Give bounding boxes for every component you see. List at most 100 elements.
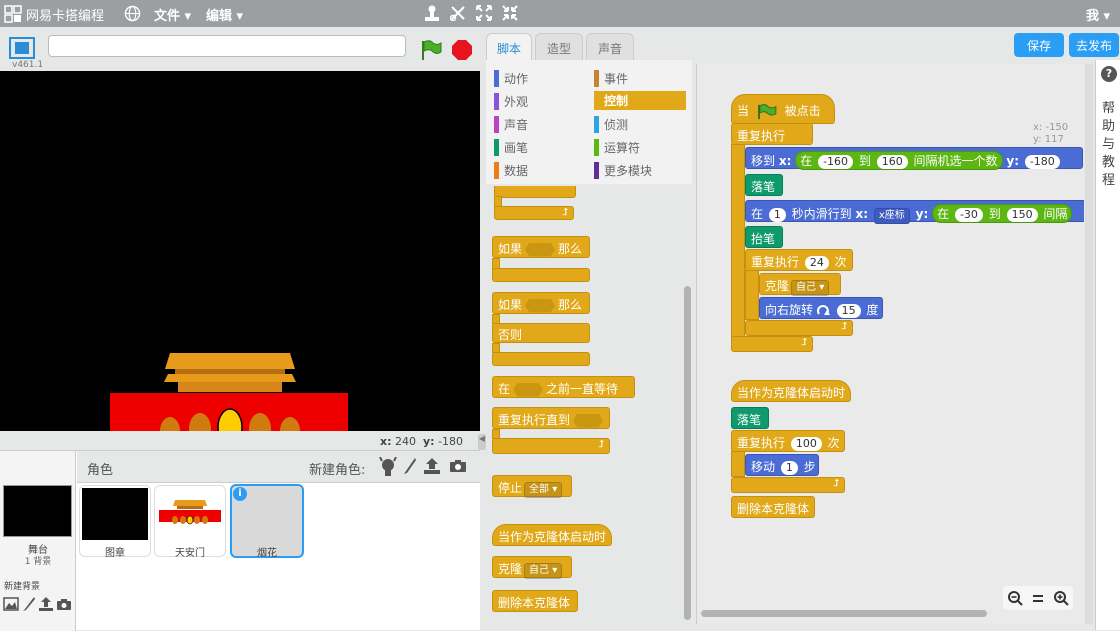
tiananmen-sprite[interactable]: [110, 351, 350, 431]
green-flag-icon: [757, 103, 777, 119]
stage-collapse-handle[interactable]: ◀: [478, 434, 486, 450]
category-events[interactable]: 事件: [594, 69, 686, 87]
stage-thumbnail[interactable]: [3, 485, 72, 537]
zoom-in-icon[interactable]: [1053, 590, 1069, 606]
palette-clone[interactable]: 克隆 自己 ▾: [492, 556, 572, 579]
tab-sounds[interactable]: 声音: [586, 33, 634, 60]
category-data[interactable]: 数据: [494, 161, 586, 179]
pen-up-block[interactable]: 抬笔: [745, 226, 783, 248]
scripts-horizontal-scrollbar[interactable]: [701, 610, 987, 617]
shrink-icon[interactable]: [502, 5, 518, 21]
pen-down-block[interactable]: 落笔: [745, 174, 783, 196]
sprite-name: 天安门: [175, 548, 205, 559]
forever-foot: ⮥: [731, 336, 813, 352]
zoom-out-icon[interactable]: [1007, 590, 1023, 606]
project-title-input[interactable]: [48, 35, 406, 57]
zoom-controls: [1003, 586, 1073, 610]
backdrop-upload-icon[interactable]: [38, 596, 54, 612]
camera-icon[interactable]: [449, 459, 467, 473]
new-sprite-label: 新建角色:: [309, 463, 366, 478]
forever-c-arm: [731, 144, 745, 344]
green-flag-icon[interactable]: [420, 39, 442, 61]
duplicate-stamp-icon[interactable]: [424, 4, 440, 22]
palette-if-then[interactable]: 如果 那么: [492, 236, 590, 258]
tab-scripts[interactable]: 脚本: [486, 33, 532, 62]
scripts-area[interactable]: x: -150 y: 117 当 被点击 重复执行 移到 x: 在 -160 到 …: [696, 64, 1084, 624]
repeat-c-arm: [745, 270, 759, 320]
fullscreen-icon[interactable]: [9, 37, 35, 59]
rotate-right-icon: [816, 304, 830, 315]
user-menu[interactable]: 我 ▾: [1086, 5, 1110, 24]
globe-icon[interactable]: [124, 5, 141, 22]
delete-clone-block[interactable]: 删除本克隆体: [731, 496, 815, 518]
category-control[interactable]: 控制: [594, 91, 686, 110]
logo-icon: [4, 5, 22, 23]
sprite-thumbnail-selected[interactable]: i 烟花: [230, 484, 304, 559]
top-menu-bar: 网易卡搭编程 文件 ▾ 编辑 ▾ 我 ▾: [0, 0, 1120, 27]
scripts-vertical-scrollbar[interactable]: [1085, 64, 1093, 624]
stage-backdrop-count: 1 背景: [24, 557, 52, 567]
turn-right-block[interactable]: 向右旋转 15 度: [759, 297, 883, 319]
block-palette[interactable]: ⮥ 如果 那么 如果 那么 否则 在之前一直等待 重复执行直到 ⮥ 停止 全部 ▾ 当…: [486, 186, 686, 624]
palette-if-then-foot: [492, 268, 590, 282]
palette-block-partial[interactable]: [494, 186, 576, 198]
sprite-library-icon[interactable]: [379, 457, 397, 477]
sprite-thumbnail[interactable]: 图章: [79, 485, 151, 559]
when-start-as-clone-block[interactable]: 当作为克隆体启动时: [731, 380, 851, 402]
sprite-thumbnail[interactable]: 天安门: [154, 485, 226, 559]
backdrop-camera-icon[interactable]: [56, 598, 72, 611]
category-sound[interactable]: 声音: [494, 115, 586, 133]
palette-stop[interactable]: 停止 全部 ▾: [492, 475, 572, 498]
category-more-blocks[interactable]: 更多模块: [594, 161, 686, 179]
palette-if-else-foot: [492, 352, 590, 366]
palette-repeat-until[interactable]: 重复执行直到: [492, 407, 610, 429]
menu-file[interactable]: 文件 ▾: [154, 5, 191, 24]
sprite-name: 烟花: [257, 548, 277, 559]
block-categories: 动作 事件 外观 控制 声音 侦测 画笔 运算符 数据 更多模块: [486, 60, 692, 184]
delete-scissors-icon[interactable]: [450, 5, 466, 21]
category-pen[interactable]: 画笔: [494, 138, 586, 156]
goto-xy-block[interactable]: 移到 x: 在 -160 到 160 间隔机选一个数 y: -180: [745, 147, 1083, 170]
stage-thumbnail-column: 舞台 1 背景 新建背景: [0, 451, 76, 631]
stage-header: v461.1: [0, 27, 480, 71]
palette-scrollbar[interactable]: [684, 286, 691, 620]
help-question-icon[interactable]: ?: [1101, 66, 1117, 82]
pen-down-block-2[interactable]: 落笔: [731, 407, 769, 429]
app-logo-text[interactable]: 网易卡搭编程: [26, 5, 104, 24]
category-motion[interactable]: 动作: [494, 69, 586, 87]
sprite-image: [159, 500, 221, 525]
repeat-block[interactable]: 重复执行 24 次: [745, 249, 853, 271]
backdrop-library-icon[interactable]: [3, 597, 19, 611]
sprite-pane: 舞台 1 背景 新建背景 角色 新建角色: 图章 天安门 i 烟花: [0, 450, 480, 631]
publish-button[interactable]: 去发布: [1069, 33, 1119, 57]
palette-when-clone[interactable]: 当作为克隆体启动时: [492, 524, 612, 546]
category-operators[interactable]: 运算符: [594, 138, 686, 156]
palette-if-else[interactable]: 如果 那么: [492, 292, 590, 314]
when-flag-clicked-block[interactable]: 当 被点击: [731, 94, 835, 124]
repeat-c-arm-2: [731, 451, 745, 477]
glide-block[interactable]: 在 1 秒内滑行到 x: x座标 y: 在 -30 到 150 间隔: [745, 200, 1084, 224]
forever-block[interactable]: 重复执行: [731, 123, 813, 145]
paint-brush-icon[interactable]: [403, 457, 417, 475]
repeat-foot: ⮥: [745, 320, 853, 336]
clone-block[interactable]: 克隆 自己 ▾: [759, 273, 841, 296]
repeat-block-2[interactable]: 重复执行 100 次: [731, 430, 845, 452]
zoom-reset-icon[interactable]: [1031, 591, 1045, 605]
tab-costumes[interactable]: 造型: [535, 33, 583, 60]
move-steps-block[interactable]: 移动 1 步: [745, 454, 819, 476]
category-sensing[interactable]: 侦测: [594, 115, 686, 133]
save-button[interactable]: 保存: [1014, 33, 1064, 57]
category-looks[interactable]: 外观: [494, 92, 586, 110]
backdrop-paint-icon[interactable]: [22, 596, 36, 612]
stop-icon[interactable]: [452, 40, 472, 60]
stage-canvas[interactable]: [0, 71, 480, 431]
palette-delete-clone[interactable]: 删除本克隆体: [492, 590, 578, 612]
palette-else: 否则: [492, 323, 590, 343]
sprite-info-icon[interactable]: i: [233, 487, 247, 501]
help-panel[interactable]: ? 帮助与教程: [1095, 60, 1120, 630]
grow-icon[interactable]: [476, 5, 492, 21]
palette-wait-until[interactable]: 在之前一直等待: [492, 376, 635, 398]
menu-edit[interactable]: 编辑 ▾: [206, 5, 243, 24]
upload-sprite-icon[interactable]: [423, 457, 441, 475]
sprite-name: 图章: [105, 548, 125, 559]
